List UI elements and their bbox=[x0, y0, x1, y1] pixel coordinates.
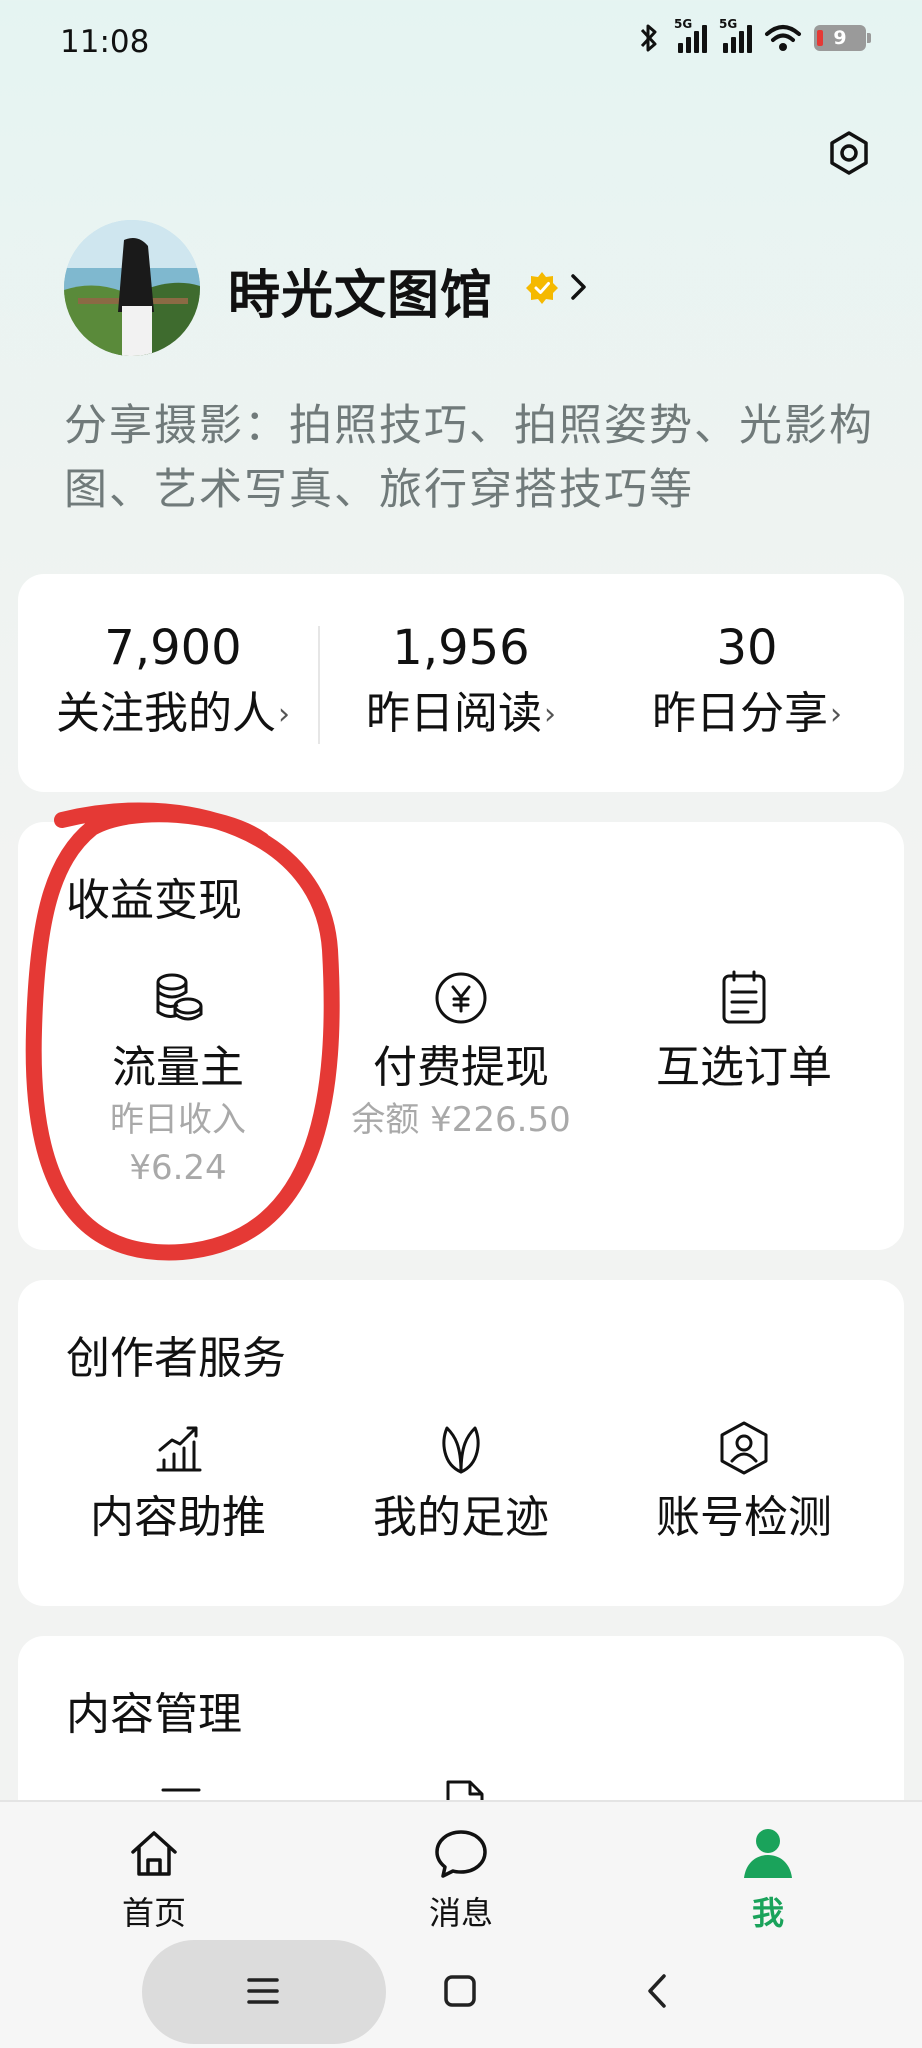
verified-badge-icon bbox=[526, 272, 558, 304]
coins-icon bbox=[156, 973, 203, 1021]
item-sub-balance: 余额 ¥226.50 bbox=[351, 1100, 571, 1140]
profile-icon bbox=[744, 1829, 792, 1878]
stat-value: 7,900 bbox=[104, 620, 242, 676]
chevron-right-icon: › bbox=[830, 697, 842, 732]
earnings-card: 收益变现 流量主 昨日收入 ¥6.24 付费提现 余额 ¥226.50 互选订单 bbox=[18, 822, 904, 1250]
nav-label: 首页 bbox=[121, 1894, 186, 1932]
avatar-photo bbox=[64, 220, 200, 356]
section-title: 创作者服务 bbox=[66, 1333, 286, 1384]
system-nav-bar bbox=[0, 1930, 922, 2048]
item-sub-yesterday: 昨日收入 bbox=[110, 1100, 246, 1140]
clipboard-icon bbox=[722, 970, 766, 1024]
stat-label: 昨日阅读› bbox=[366, 688, 556, 739]
profile-name[interactable]: 時光文图馆 bbox=[228, 253, 493, 328]
nav-me[interactable]: 我 bbox=[698, 1824, 838, 1934]
item-traffic-owner[interactable]: 流量主 昨日收入 ¥6.24 bbox=[33, 970, 323, 1192]
chevron-right-icon[interactable] bbox=[568, 270, 590, 304]
stat-followers[interactable]: 7,900 关注我的人› bbox=[28, 618, 318, 743]
status-bar: 11:08 5G 5G 9 bbox=[0, 0, 922, 90]
item-account-check[interactable]: 账号检测 bbox=[599, 1420, 889, 1546]
item-label: 账号检测 bbox=[656, 1492, 832, 1543]
nav-home[interactable]: 首页 bbox=[84, 1824, 224, 1934]
stat-label: 昨日分享› bbox=[652, 688, 842, 739]
growth-chart-icon bbox=[156, 1426, 202, 1472]
item-label: 我的足迹 bbox=[373, 1492, 549, 1543]
item-label: 互选订单 bbox=[656, 1042, 832, 1093]
creator-services-card: 创作者服务 内容助推 我的足迹 账号检测 bbox=[18, 1280, 904, 1606]
item-label: 内容助推 bbox=[90, 1492, 266, 1543]
sprout-icon bbox=[442, 1426, 480, 1474]
item-paid-withdraw[interactable]: 付费提现 余额 ¥226.50 bbox=[316, 970, 606, 1144]
home-icon bbox=[131, 1831, 177, 1876]
wifi-icon bbox=[765, 25, 801, 51]
nav-label: 我 bbox=[751, 1894, 784, 1932]
stat-reads[interactable]: 1,956 昨日阅读› bbox=[316, 618, 606, 743]
avatar[interactable] bbox=[64, 220, 200, 356]
stat-value: 1,956 bbox=[392, 620, 530, 676]
nav-label: 消息 bbox=[428, 1894, 493, 1932]
nav-messages[interactable]: 消息 bbox=[391, 1824, 531, 1934]
profile-bio: 分享摄影：拍照技巧、拍照姿势、光影构图、艺术写真、旅行穿搭技巧等 bbox=[64, 401, 874, 515]
yen-icon bbox=[435, 972, 487, 1024]
item-label: 付费提现 bbox=[373, 1042, 549, 1093]
section-title: 收益变现 bbox=[66, 875, 242, 926]
signal-icon-2: 5G bbox=[719, 17, 752, 53]
item-sub-amount: ¥6.24 bbox=[129, 1148, 227, 1188]
message-icon bbox=[435, 1830, 487, 1878]
item-my-footprint[interactable]: 我的足迹 bbox=[316, 1420, 606, 1546]
settings-hex-icon[interactable] bbox=[826, 130, 872, 176]
item-mutual-orders[interactable]: 互选订单 bbox=[599, 970, 889, 1096]
status-icons: 5G 5G 9 bbox=[636, 17, 871, 54]
home-square-icon[interactable] bbox=[443, 1974, 477, 2008]
item-label: 流量主 bbox=[112, 1042, 244, 1093]
menu-icon[interactable] bbox=[246, 1974, 280, 2008]
section-title: 内容管理 bbox=[66, 1689, 242, 1740]
stat-shares[interactable]: 30 昨日分享› bbox=[602, 618, 892, 743]
signal-icon: 5G bbox=[674, 17, 707, 53]
stats-card: 7,900 关注我的人› 1,956 昨日阅读› 30 昨日分享› bbox=[18, 574, 904, 792]
bluetooth-icon bbox=[640, 24, 657, 52]
back-icon[interactable] bbox=[644, 1972, 670, 2010]
status-time: 11:08 bbox=[60, 24, 150, 60]
item-content-boost[interactable]: 内容助推 bbox=[33, 1420, 323, 1546]
chevron-right-icon: › bbox=[544, 697, 556, 732]
chevron-right-icon: › bbox=[278, 697, 290, 732]
battery-icon: 9 bbox=[814, 25, 871, 51]
account-shield-icon bbox=[720, 1421, 768, 1475]
stat-value: 30 bbox=[716, 620, 778, 676]
stat-label: 关注我的人› bbox=[56, 688, 290, 739]
